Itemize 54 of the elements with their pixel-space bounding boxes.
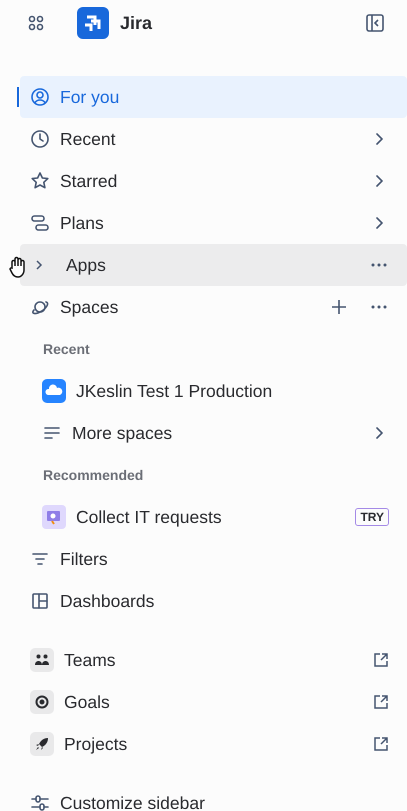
- sidebar-item[interactable]: Goals: [20, 681, 407, 723]
- external-link-icon[interactable]: [373, 736, 389, 752]
- sidebar-item[interactable]: Starred: [20, 160, 407, 202]
- section-heading: Recommended: [43, 466, 144, 484]
- dashboard-icon: [30, 591, 50, 611]
- clock-icon: [30, 129, 50, 149]
- logo-icon: [77, 7, 109, 39]
- try-badge: TRY: [355, 508, 389, 526]
- item-label: Starred: [60, 170, 118, 193]
- sidebar-item[interactable]: Filters: [20, 538, 407, 580]
- item-label: JKeslin Test 1 Production: [76, 380, 272, 403]
- sidebar-item[interactable]: Projects: [20, 723, 407, 765]
- target-icon: [30, 690, 54, 714]
- sidebar-item[interactable]: Apps: [20, 244, 407, 286]
- external-link-icon[interactable]: [373, 694, 389, 710]
- sidebar-item[interactable]: Recent: [20, 118, 407, 160]
- item-label: Plans: [60, 212, 104, 235]
- sidebar-item[interactable]: JKeslin Test 1 Production: [20, 370, 407, 412]
- item-label: Recent: [60, 128, 116, 151]
- section-heading: Recent: [43, 340, 90, 358]
- sidebar-item[interactable]: More spaces: [20, 412, 407, 454]
- item-label: Teams: [64, 648, 116, 672]
- item-label: Collect IT requests: [76, 506, 222, 529]
- sidebar-item[interactable]: Teams: [20, 639, 407, 681]
- item-label: Dashboards: [60, 590, 154, 613]
- sidebar-item[interactable]: Plans: [20, 202, 407, 244]
- sidebar-item[interactable]: Customize sidebar: [20, 782, 407, 811]
- rocket-icon: [30, 732, 54, 756]
- people-icon: [30, 648, 54, 672]
- plans-icon: [30, 213, 50, 233]
- item-label: Projects: [64, 732, 128, 756]
- presentation-icon: [42, 505, 66, 529]
- person-icon: [30, 87, 50, 107]
- sidebar-item[interactable]: Spaces: [20, 286, 407, 328]
- selection-indicator: [17, 87, 19, 107]
- star-icon: [30, 171, 50, 191]
- collapse-sidebar-icon[interactable]: [365, 13, 385, 33]
- external-link-icon[interactable]: [373, 652, 389, 668]
- item-label: For you: [60, 86, 120, 109]
- sidebar-item[interactable]: For you: [20, 76, 407, 118]
- item-label: Spaces: [60, 296, 118, 319]
- item-label: Filters: [60, 548, 108, 571]
- sidebar-item[interactable]: Dashboards: [20, 580, 407, 622]
- sliders-icon: [30, 793, 50, 811]
- item-label: More spaces: [72, 422, 172, 445]
- sidebar-item[interactable]: Collect IT requests TRY: [20, 496, 407, 538]
- item-label: Customize sidebar: [60, 792, 205, 811]
- add-icon[interactable]: [329, 297, 349, 317]
- app-title: Jira: [120, 12, 152, 34]
- cloud-icon: [42, 379, 66, 403]
- app-switcher-icon[interactable]: [28, 15, 44, 31]
- hand-cursor-icon: [8, 256, 28, 278]
- item-label: Apps: [66, 254, 106, 277]
- item-label: Goals: [64, 690, 110, 714]
